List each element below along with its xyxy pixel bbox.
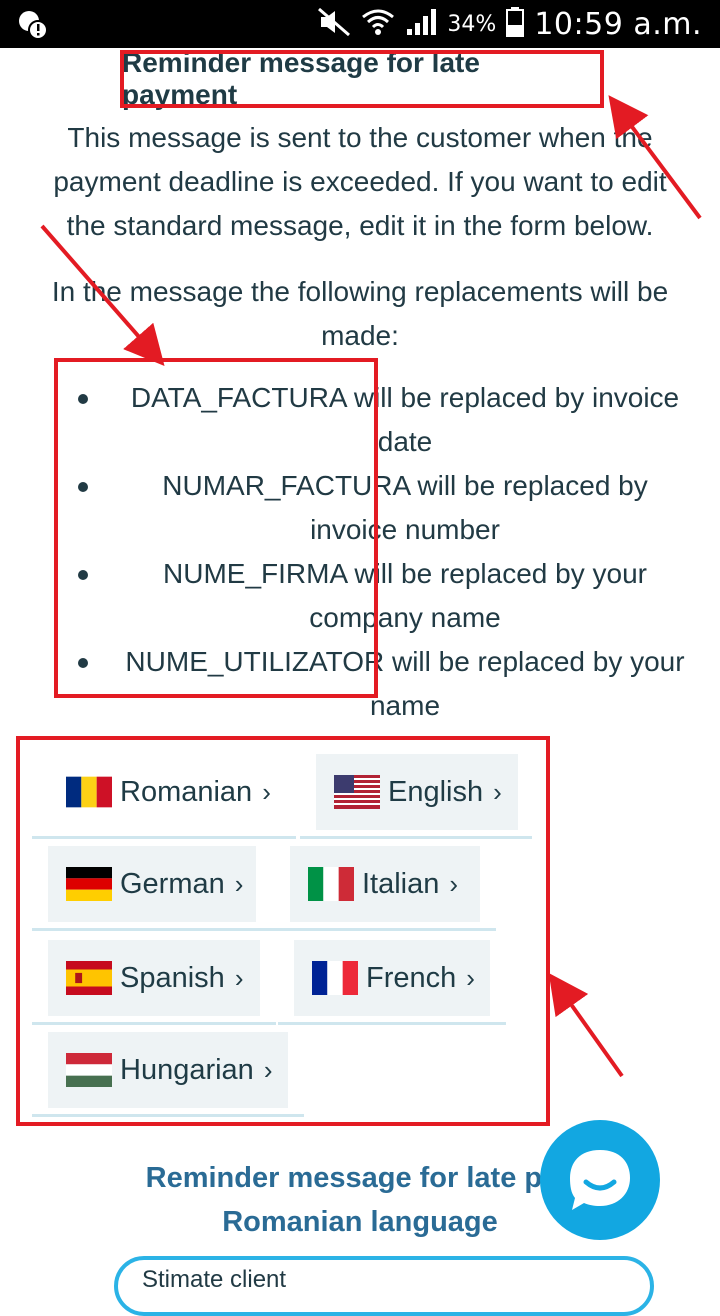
annotation-arrows bbox=[40, 95, 702, 1078]
